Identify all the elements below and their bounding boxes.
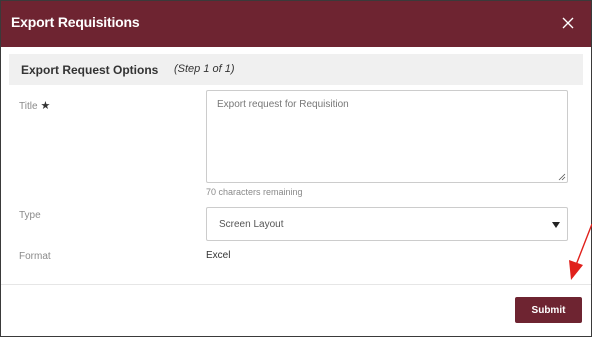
required-star-icon: ★	[40, 100, 51, 112]
title-label-text: Title	[19, 101, 38, 112]
format-label: Format	[19, 251, 51, 262]
export-requisitions-dialog: Export Requisitions Export Request Optio…	[0, 0, 592, 337]
format-value: Excel	[206, 250, 231, 261]
title-textarea[interactable]: Export request for Requisition	[206, 90, 568, 183]
dialog-title: Export Requisitions	[11, 14, 140, 30]
section-header: Export Request Options (Step 1 of 1)	[9, 54, 583, 85]
resize-handle-icon[interactable]	[558, 173, 566, 181]
dialog-header: Export Requisitions	[1, 1, 591, 47]
close-icon[interactable]	[558, 13, 578, 33]
type-selected-value: Screen Layout	[219, 219, 284, 230]
section-title: Export Request Options	[21, 63, 159, 77]
footer-divider	[1, 284, 591, 285]
characters-remaining: 70 characters remaining	[206, 187, 303, 197]
submit-button[interactable]: Submit	[515, 297, 582, 323]
type-select[interactable]: Screen Layout	[206, 207, 568, 241]
title-label: Title ★	[19, 99, 50, 112]
step-indicator: (Step 1 of 1)	[174, 63, 235, 75]
dropdown-arrow-icon	[552, 222, 560, 228]
type-label: Type	[19, 210, 41, 221]
